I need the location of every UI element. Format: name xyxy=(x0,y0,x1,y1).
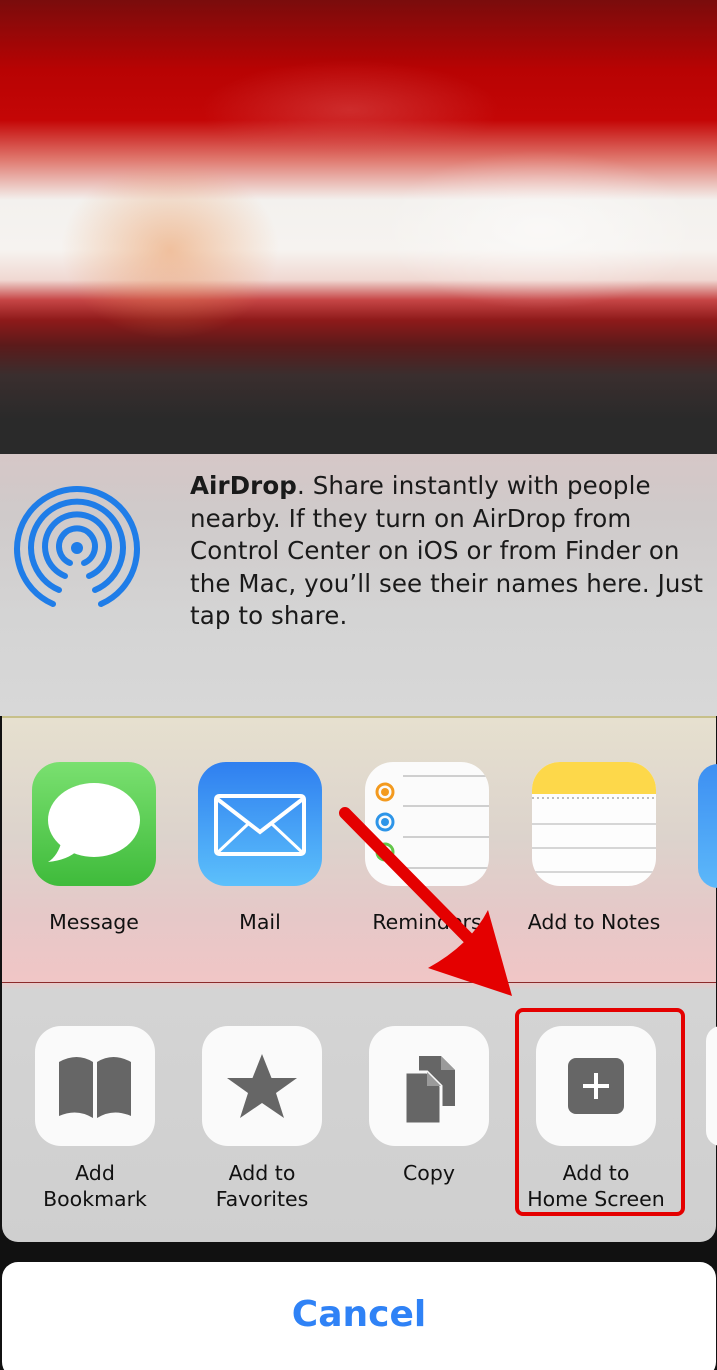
action-add-to-favorites[interactable]: Add to Favorites xyxy=(177,1026,347,1212)
row-divider xyxy=(2,982,716,983)
action-label-line2: Favorites xyxy=(215,1187,309,1211)
message-icon xyxy=(32,762,156,886)
airdrop-description: AirDrop. Share instantly with people nea… xyxy=(190,470,710,633)
book-icon xyxy=(35,1026,155,1146)
share-app-notes[interactable]: Add to Notes xyxy=(514,762,674,934)
share-app-mail[interactable]: Mail xyxy=(180,762,340,934)
mail-icon xyxy=(198,762,322,886)
share-app-reminders[interactable]: Reminders xyxy=(347,762,507,934)
action-label-line1: Copy xyxy=(402,1161,455,1185)
share-app-label: Mail xyxy=(239,910,281,934)
action-add-bookmark[interactable]: Add Bookmark xyxy=(10,1026,180,1212)
action-label-line1: Add to xyxy=(228,1161,296,1185)
action-label-line1: Add xyxy=(75,1161,115,1185)
cancel-button[interactable]: Cancel xyxy=(2,1262,716,1370)
share-app-message[interactable]: Message xyxy=(14,762,174,934)
share-app-label: Add to Notes xyxy=(527,910,661,934)
airdrop-title: AirDrop xyxy=(190,471,297,500)
share-sheet: Message Mail Reminders Add to Notes Add … xyxy=(2,716,717,1242)
copy-icon xyxy=(369,1026,489,1146)
share-app-label: Reminders xyxy=(372,910,482,934)
share-app-partial-tile[interactable] xyxy=(698,764,717,888)
airdrop-icon xyxy=(14,486,140,607)
blurred-page-background xyxy=(0,0,717,460)
star-icon xyxy=(202,1026,322,1146)
action-partial-tile[interactable] xyxy=(706,1026,717,1146)
action-copy[interactable]: Copy xyxy=(344,1026,514,1186)
reminders-icon xyxy=(365,762,489,886)
notes-icon xyxy=(532,762,656,886)
cancel-label: Cancel xyxy=(291,1294,427,1335)
share-app-label: Message xyxy=(49,910,139,934)
action-label-line2: Bookmark xyxy=(43,1187,147,1211)
highlight-box xyxy=(515,1008,685,1216)
